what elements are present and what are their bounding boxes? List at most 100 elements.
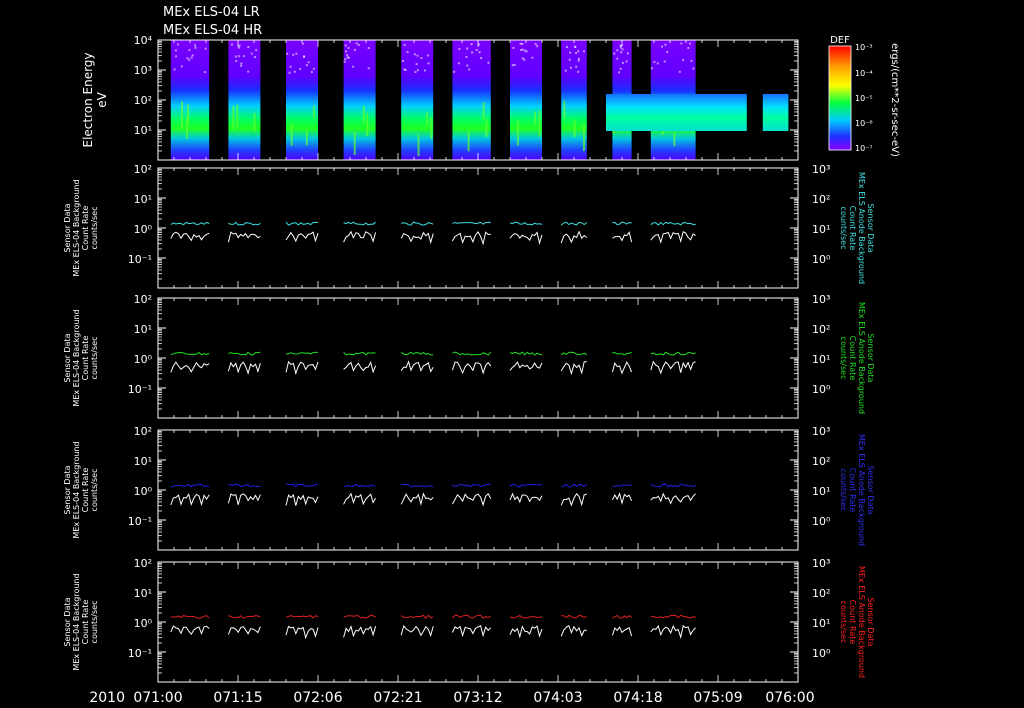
p2-ytick-1e0: 10⁰: [134, 353, 153, 366]
x-year-label: 2010: [89, 690, 125, 706]
series-colored-segment-1: [228, 351, 261, 356]
lr-speckle: [620, 44, 623, 47]
series-white-segment-9: [650, 492, 696, 505]
x-tick-072-21: 072:21: [373, 690, 422, 706]
lr-streak: [187, 104, 190, 125]
lr-speckle: [238, 44, 241, 47]
p2-y2tick-1e2: 10²: [812, 323, 830, 336]
lr-speckle: [346, 54, 349, 57]
series-colored-segment-2: [285, 351, 319, 355]
series-white-segment-4: [400, 492, 434, 506]
series-colored-segment-4: [400, 614, 434, 619]
lr-speckle: [577, 70, 580, 73]
lr-speckle: [480, 57, 483, 60]
lr-speckle: [204, 47, 207, 50]
series-colored-segment-7: [561, 483, 588, 488]
lr-speckle: [664, 43, 667, 46]
lr-speckle: [521, 48, 524, 51]
series-white-segment-9: [650, 230, 696, 244]
lr-speckle: [346, 56, 349, 59]
lr-speckle: [416, 69, 419, 72]
series-white-segment-4: [400, 360, 434, 373]
lr-speckle: [468, 68, 471, 71]
p4-ylabel-2: MEx ELS-04 Background: [72, 573, 81, 670]
spec-ytick-1e1: 10¹: [134, 124, 152, 137]
series-colored-segment-5: [452, 221, 491, 225]
p1-ytick-1e0: 10⁰: [134, 223, 153, 236]
p1-y2label-4: counts/sec: [839, 207, 848, 250]
p4-y2label-3: Count Rate: [848, 600, 857, 645]
panel-1-ticks: [157, 167, 799, 288]
lr-speckle: [194, 46, 197, 49]
series-white-segment-6: [509, 492, 543, 504]
spec-ylabel-1: Electron Energy: [81, 52, 95, 147]
lr-speckle: [619, 46, 622, 49]
spec-ylabel-2: eV: [95, 91, 109, 107]
lr-speckle: [457, 62, 460, 65]
lr-speckle: [426, 54, 429, 57]
x-tick-074-18: 074:18: [613, 690, 662, 706]
panel-3-ticks: [157, 429, 799, 550]
x-tick-071-00: 071:00: [133, 690, 182, 706]
series-colored-segment-6: [509, 351, 543, 356]
series-white-segment-8: [611, 361, 633, 375]
series-white-segment-2: [285, 493, 319, 506]
panel-4-frame: [157, 561, 799, 683]
series-white-segment-0: [170, 361, 210, 373]
lr-speckle: [568, 58, 571, 61]
p4-ylabel-3: Count Rate: [81, 600, 90, 645]
lr-speckle: [289, 65, 292, 68]
lr-streak: [417, 134, 420, 157]
series-white-segment-2: [285, 231, 319, 243]
lr-speckle: [312, 67, 315, 70]
lr-speckle: [478, 51, 481, 54]
lr-streak: [232, 105, 235, 130]
lr-speckle: [420, 56, 423, 59]
background-panel-1: 10² 10¹ 10⁰ 10⁻¹ 10³ 10² 10¹ 10⁰ Sensor …: [63, 163, 875, 289]
spec-ytick-1e3: 10³: [134, 64, 152, 77]
lr-speckle: [404, 68, 407, 71]
colorbar-units: ergs/(cm**2-sr-sec-eV): [889, 43, 900, 157]
series-colored-segment-7: [561, 614, 588, 619]
p3-y2label-2: MEx ELS Anode Background: [857, 434, 866, 546]
colorbar-tick-1e-6: 10⁻⁶: [855, 119, 873, 128]
series-colored-segment-4: [400, 351, 434, 356]
p3-y2tick-1e2: 10²: [812, 455, 830, 468]
series-white-segment-9: [650, 360, 696, 375]
series-white-segment-6: [509, 231, 543, 246]
p3-y2label-3: Count Rate: [848, 468, 857, 513]
lr-speckle: [357, 43, 360, 46]
title-line-2: MEx ELS-04 HR: [163, 23, 262, 38]
lr-speckle: [475, 48, 478, 51]
lr-speckle: [254, 56, 257, 59]
series-colored-segment-3: [343, 351, 376, 356]
lr-speckle: [255, 49, 258, 52]
series-colored-segment-0: [170, 351, 210, 356]
p2-ytick-1e2: 10²: [134, 293, 152, 306]
p1-ylabel-4: counts/sec: [90, 207, 99, 250]
series-white-segment-6: [509, 625, 543, 639]
series-white-segment-3: [343, 361, 377, 374]
lr-speckle: [299, 68, 302, 71]
x-tick-071-15: 071:15: [213, 690, 262, 706]
p3-y2tick-1e0: 10⁰: [812, 515, 831, 528]
p2-y2label-2: MEx ELS Anode Background: [857, 302, 866, 414]
lr-speckle: [416, 54, 419, 57]
p1-y2tick-1e2: 10²: [812, 193, 830, 206]
x-tick-073-12: 073:12: [453, 690, 502, 706]
lr-speckle: [303, 56, 306, 59]
series-colored-segment-1: [228, 615, 261, 619]
spec-ytick-1e4: 10⁴: [134, 34, 153, 47]
lr-speckle: [688, 42, 691, 45]
lr-speckle: [678, 70, 681, 73]
p1-y2label-1: Sensor Data: [866, 203, 875, 252]
lr-streak: [362, 105, 365, 124]
p1-y2label-2: MEx ELS Anode Background: [857, 172, 866, 284]
lr-speckle: [661, 45, 664, 48]
lr-speckle: [577, 57, 580, 60]
p2-y2label-1: Sensor Data: [866, 333, 875, 382]
panel-4-ticks: [157, 561, 799, 682]
series-white-segment-0: [170, 625, 210, 636]
lr-speckle: [307, 61, 310, 64]
lr-speckle: [286, 52, 289, 55]
